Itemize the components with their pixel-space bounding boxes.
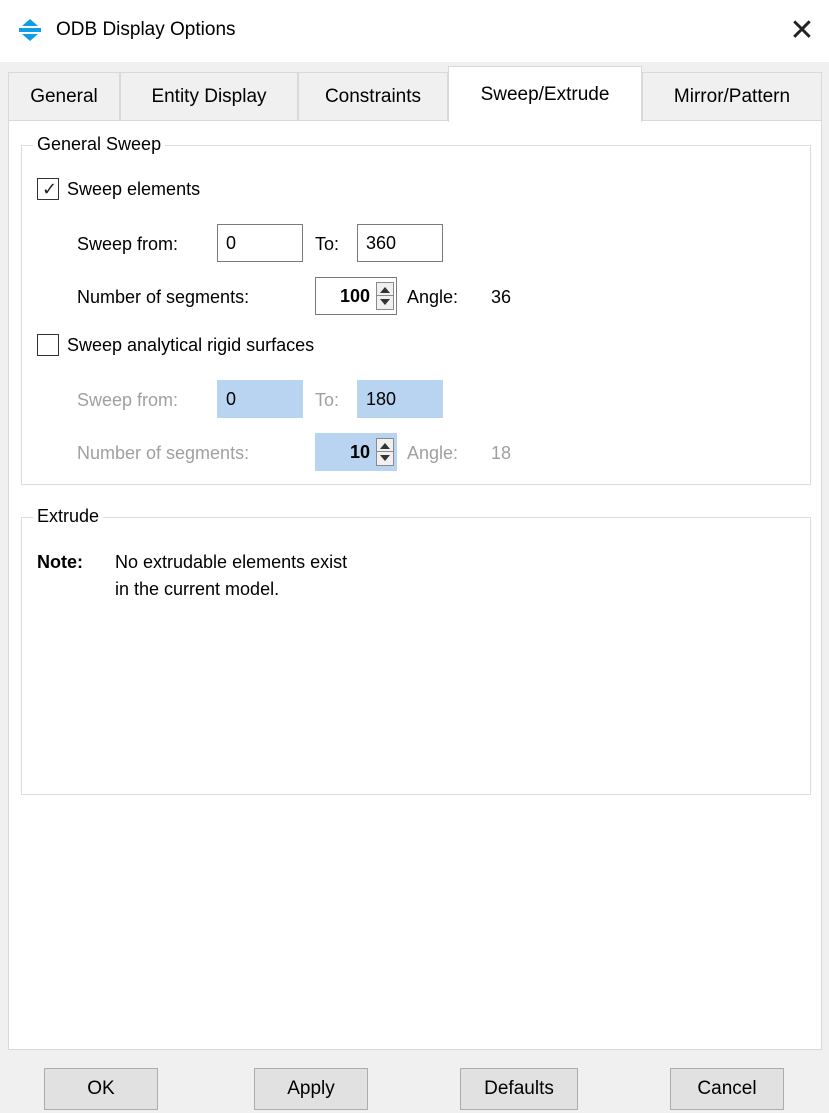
defaults-button[interactable]: Defaults [460,1068,578,1110]
sweep-to-input[interactable]: 360 [357,224,443,262]
sweep-rigid-label: Sweep analytical rigid surfaces [67,335,315,355]
sweep-from-label: Sweep from: [77,234,179,254]
angle-label: Angle: [407,287,459,307]
sweep-from-input[interactable]: 0 [217,224,303,262]
spin-down-icon[interactable] [380,455,390,461]
close-icon: ✕ [789,13,815,47]
note-line-2: in the current model. [115,579,280,599]
note-line-1: No extrudable elements exist [115,552,348,572]
rigid-segments-label: Number of segments: [77,443,250,463]
tab-constraints[interactable]: Constraints [298,72,448,120]
rigid-segments-spin-buttons[interactable] [376,438,394,466]
segments-spinbox[interactable]: 100 [315,277,397,315]
angle-value: 36 [491,287,512,307]
rigid-segments-value: 10 [349,442,370,462]
rigid-sweep-to-input[interactable]: 180 [357,380,443,418]
sweep-elements-label: Sweep elements [67,179,201,199]
cancel-button[interactable]: Cancel [670,1068,784,1110]
close-button[interactable]: ✕ [782,10,822,50]
rigid-sweep-from-label: Sweep from: [77,390,179,410]
rigid-angle-label: Angle: [407,443,459,463]
spin-down-icon[interactable] [380,299,390,305]
segments-label: Number of segments: [77,287,250,307]
tab-mirror-pattern[interactable]: Mirror/Pattern [642,72,822,120]
segments-value: 100 [339,286,370,306]
ok-button[interactable]: OK [44,1068,158,1110]
sweep-elements-checkbox[interactable]: ✓ [37,178,59,200]
apply-button[interactable]: Apply [254,1068,368,1110]
tab-sweep-extrude[interactable]: Sweep/Extrude [448,66,642,122]
rigid-sweep-to-label: To: [315,390,340,410]
rigid-segments-spinbox[interactable]: 10 [315,433,397,471]
check-icon: ✓ [42,179,58,199]
tab-entity-display[interactable]: Entity Display [120,72,298,120]
note-label: Note: [37,552,83,572]
sweep-to-label: To: [315,234,340,254]
tab-general[interactable]: General [8,72,120,120]
segments-spin-buttons[interactable] [376,282,394,310]
rigid-sweep-from-input[interactable]: 0 [217,380,303,418]
extrude-title: Extrude [33,505,104,527]
rigid-angle-value: 18 [491,443,512,463]
window-title: ODB Display Options [56,19,236,40]
app-icon [18,18,42,42]
spin-up-icon[interactable] [380,443,390,449]
tab-panel: General Sweep ✓ Sweep elements Sweep fro… [8,120,822,1050]
spin-up-icon[interactable] [380,287,390,293]
general-sweep-title: General Sweep [33,133,166,155]
sweep-rigid-checkbox[interactable] [37,334,59,356]
